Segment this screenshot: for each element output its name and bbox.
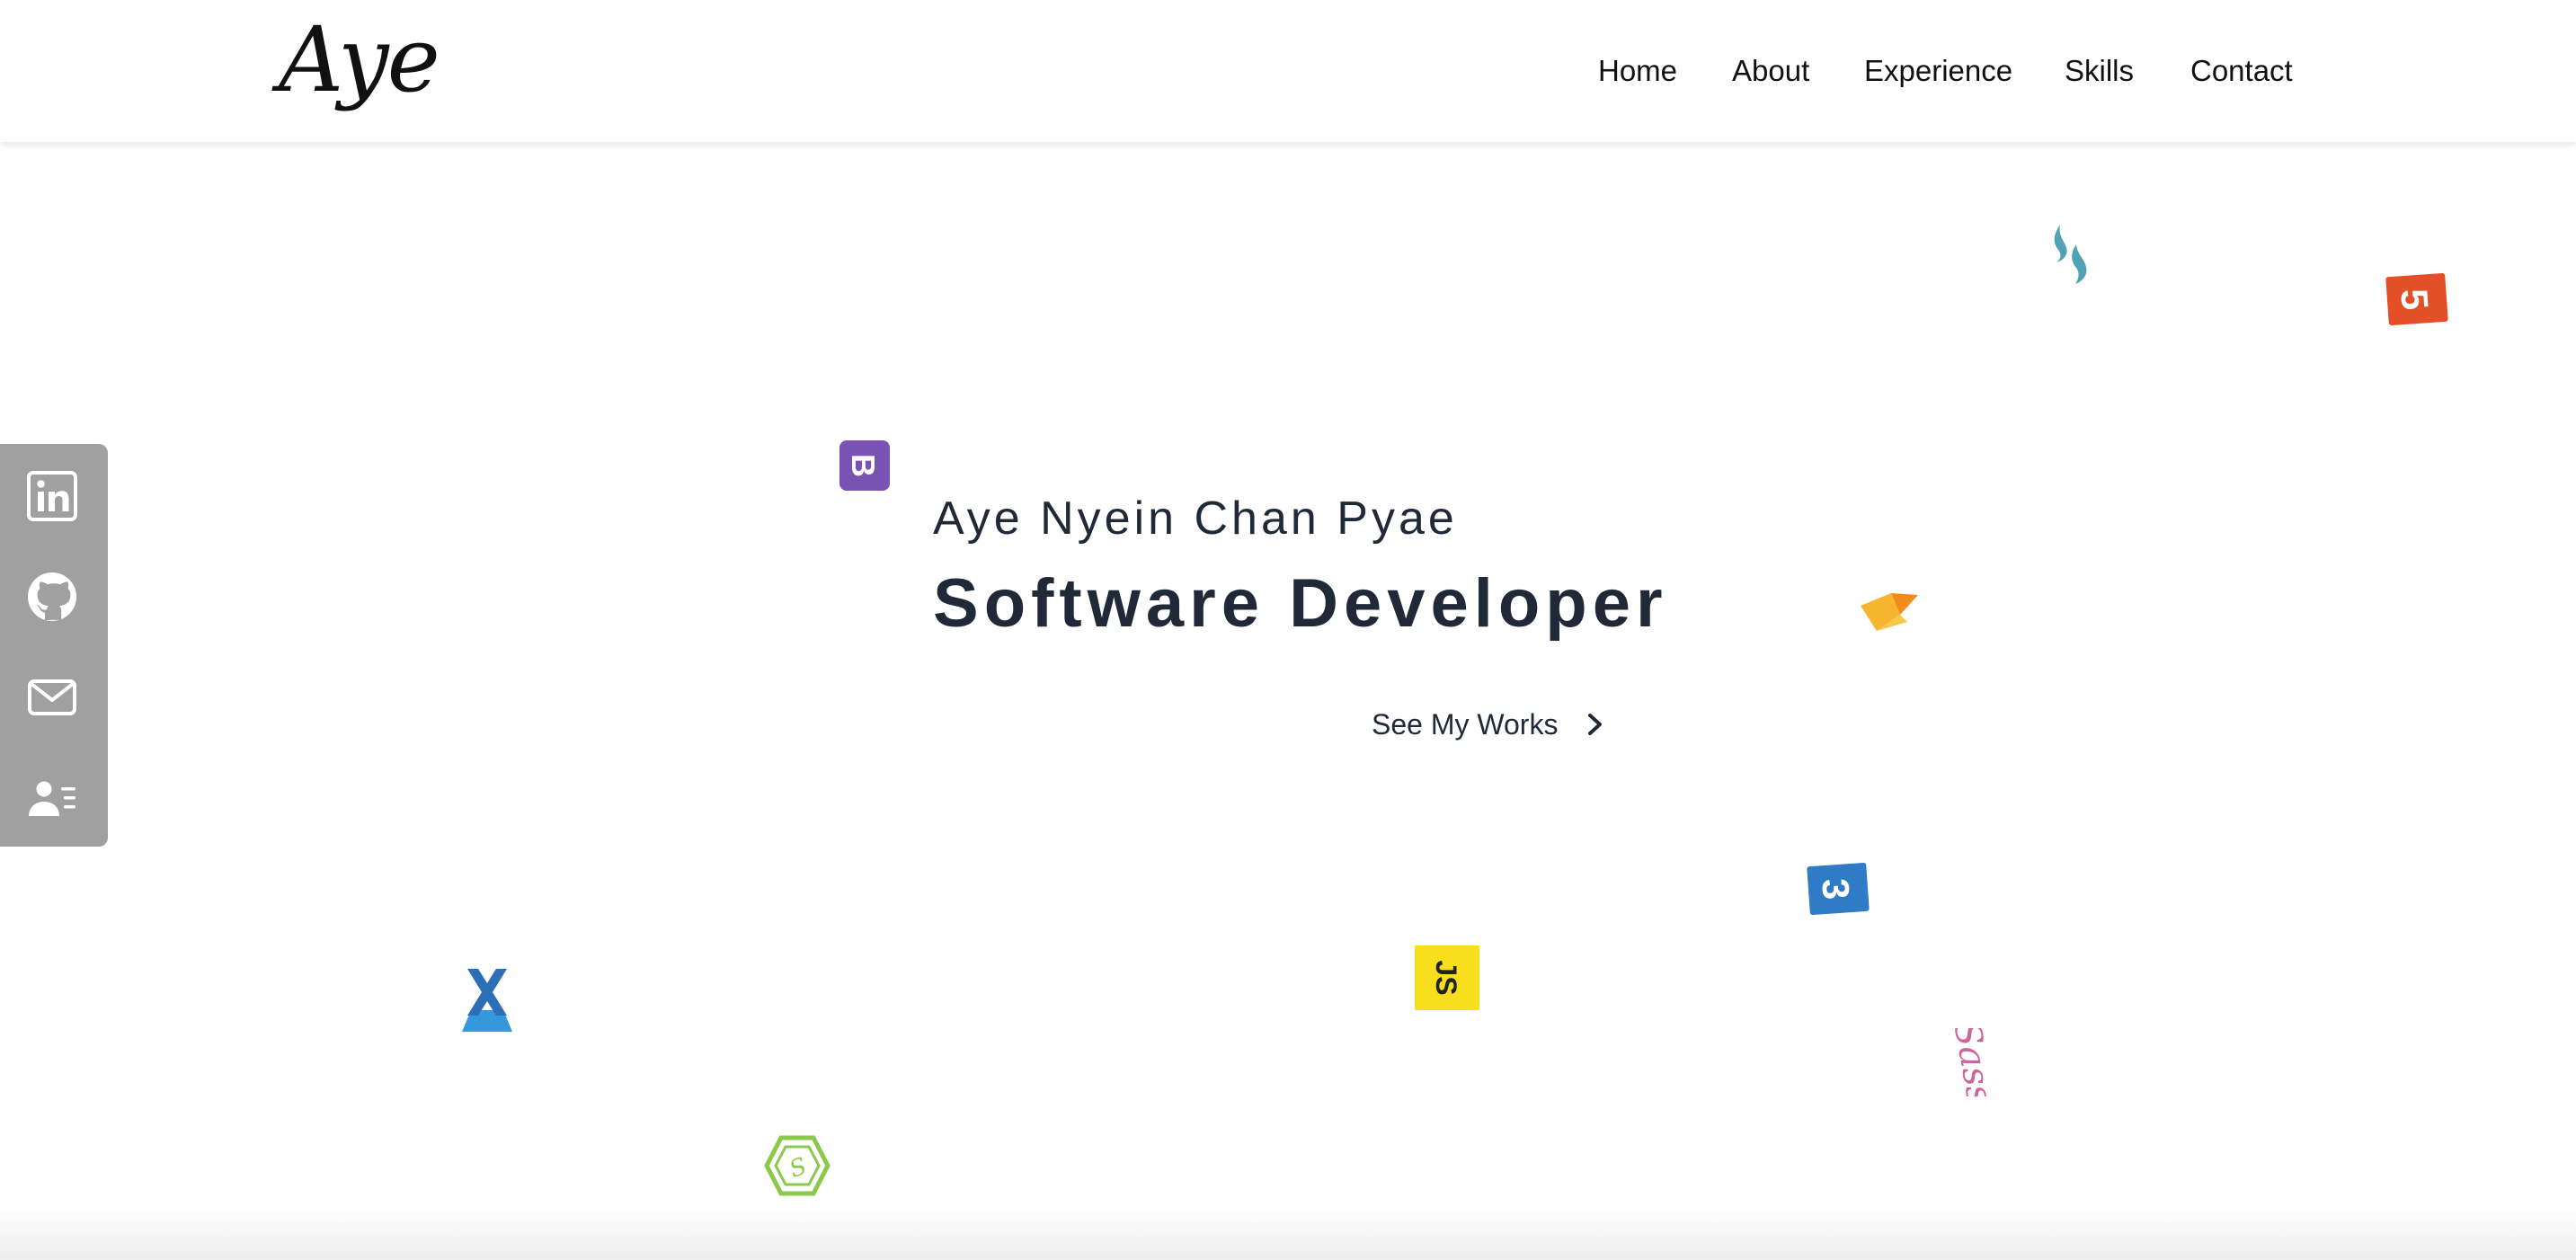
bootstrap-icon: B (839, 440, 890, 491)
see-my-works-label: See My Works (1372, 707, 1559, 741)
nav-about[interactable]: About (1732, 50, 1809, 92)
svg-text:3: 3 (1814, 877, 1858, 901)
css3-icon: 3 (1805, 859, 1871, 918)
nav-experience[interactable]: Experience (1864, 50, 2012, 92)
mail-link[interactable] (25, 670, 79, 724)
contact-card-link[interactable] (25, 771, 79, 825)
github-link[interactable] (25, 570, 79, 624)
linkedin-link[interactable] (25, 469, 79, 523)
bottom-fade (0, 1204, 2576, 1260)
main-nav: Home About Experience Skills Contact (0, 50, 2576, 92)
svg-text:JS: JS (1430, 960, 1462, 995)
nav-home[interactable]: Home (1598, 50, 1677, 92)
see-my-works-button[interactable]: See My Works (1372, 701, 1605, 742)
svg-text:S: S (786, 1153, 811, 1184)
mail-icon (28, 679, 76, 715)
svg-text:B: B (845, 454, 882, 477)
svg-text:5: 5 (2393, 288, 2437, 312)
nav-contact[interactable]: Contact (2190, 50, 2293, 92)
sass-icon: Sass (1938, 1028, 2010, 1096)
site-header: Aye Home About Experience Skills Contact (0, 0, 2576, 142)
firebase-icon (1859, 588, 1922, 634)
nodejs-icon: S (764, 1134, 831, 1197)
chevron-right-icon (1586, 711, 1605, 738)
html5-icon: 5 (2384, 270, 2450, 329)
github-icon (28, 572, 76, 621)
svg-text:Sass: Sass (1945, 1028, 2000, 1096)
linkedin-icon (27, 471, 77, 521)
xamarin-icon (455, 965, 520, 1034)
nav-skills[interactable]: Skills (2065, 50, 2134, 92)
hero-role: Software Developer (933, 565, 1668, 642)
hero-name: Aye Nyein Chan Pyae (933, 492, 1458, 545)
contact-card-icon (29, 781, 76, 816)
javascript-icon: JS (1415, 945, 1479, 1010)
social-sidebar (0, 444, 108, 847)
tailwind-icon (2047, 221, 2094, 288)
